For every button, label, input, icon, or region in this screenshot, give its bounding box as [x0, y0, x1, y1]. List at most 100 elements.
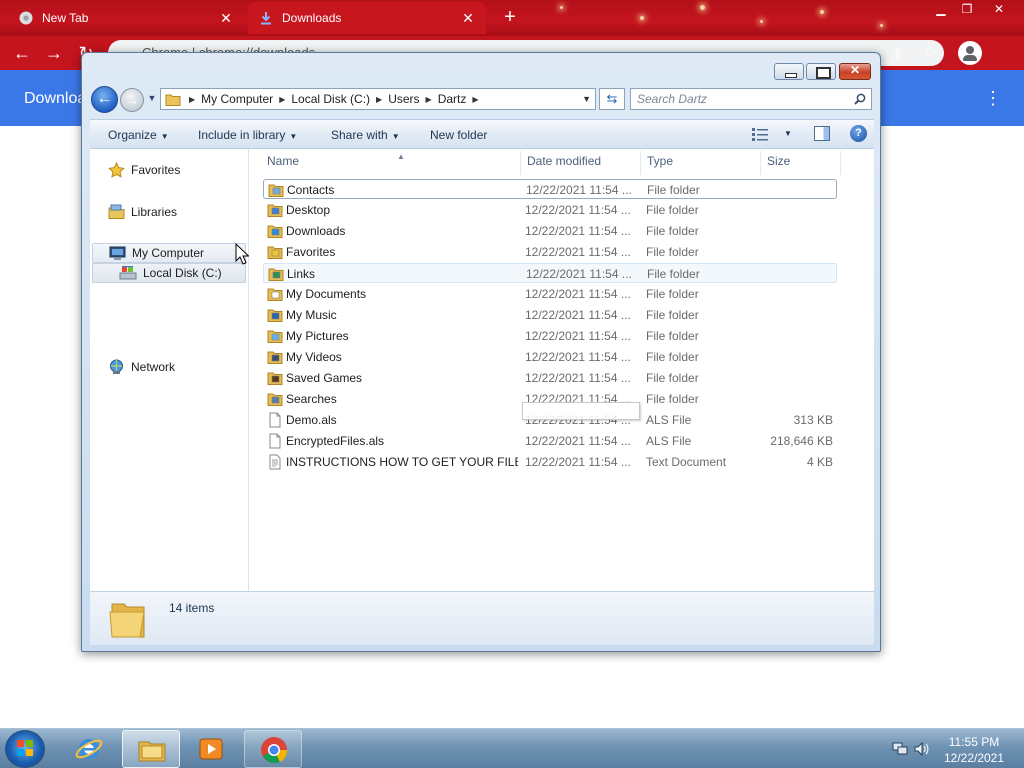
- breadcrumb-chevron-icon[interactable]: ▶: [472, 95, 478, 104]
- nav-item-network[interactable]: Network: [108, 357, 175, 377]
- table-row[interactable]: Desktop 12/22/2021 11:54 ... File folder: [263, 200, 837, 220]
- table-row[interactable]: Links 12/22/2021 11:54 ... File folder: [263, 263, 837, 283]
- breadcrumb-chevron-icon[interactable]: ▶: [279, 95, 285, 104]
- table-row[interactable]: Favorites 12/22/2021 11:54 ... File folder: [263, 242, 837, 262]
- preview-pane-icon[interactable]: [814, 126, 830, 141]
- new-folder-button[interactable]: New folder: [430, 128, 487, 142]
- share-with-button[interactable]: Share with ▼: [331, 128, 400, 142]
- bookmark-star-icon[interactable]: ☆: [918, 42, 942, 64]
- close-tab-icon[interactable]: ✕: [218, 10, 234, 27]
- network-tray-icon[interactable]: [892, 742, 908, 756]
- file-name: Desktop: [286, 203, 331, 217]
- new-tab-button[interactable]: +: [498, 6, 522, 30]
- libraries-icon: [108, 204, 125, 219]
- file-icon: [269, 412, 281, 428]
- address-bar[interactable]: ▶ My Computer ▶ Local Disk (C:) ▶ Users …: [160, 88, 596, 110]
- tab-new-tab[interactable]: New Tab ✕: [8, 2, 244, 34]
- table-row[interactable]: My Documents 12/22/2021 11:54 ... File fol…: [263, 284, 837, 304]
- clock-date[interactable]: 12/22/2021: [940, 751, 1008, 765]
- file-type: File folder: [646, 287, 699, 301]
- views-icon[interactable]: [752, 128, 768, 141]
- help-icon[interactable]: ?: [850, 125, 867, 142]
- nav-item-local-disk[interactable]: Local Disk (C:): [92, 263, 246, 283]
- nav-item-favorites[interactable]: Favorites: [108, 160, 180, 180]
- breadcrumb-item[interactable]: My Computer: [201, 92, 273, 106]
- taskbar-app-chrome[interactable]: [244, 730, 302, 768]
- nav-label: Libraries: [131, 205, 178, 219]
- file-name: Searches: [286, 392, 337, 406]
- back-arrow-icon[interactable]: ←: [91, 86, 118, 113]
- table-row[interactable]: My Pictures 12/22/2021 11:54 ... File fold…: [263, 326, 837, 346]
- file-date: 12/22/2021 11:54 ...: [525, 434, 631, 448]
- back-arrow-icon[interactable]: ←: [10, 42, 34, 64]
- column-header-size[interactable]: Size: [761, 151, 841, 175]
- close-tab-icon[interactable]: ✕: [460, 10, 476, 27]
- refresh-icon[interactable]: ⇆: [599, 88, 625, 110]
- recent-pages-chevron-icon[interactable]: ▼: [146, 93, 158, 105]
- nav-label: My Computer: [132, 246, 205, 260]
- breadcrumb-chevron-icon[interactable]: ▶: [376, 95, 382, 104]
- chevron-down-icon[interactable]: ▼: [784, 129, 792, 138]
- file-type: File folder: [647, 267, 700, 281]
- organize-button[interactable]: Organize ▼: [108, 128, 169, 142]
- sort-arrow-icon: ▲: [397, 152, 405, 161]
- tooltip: [522, 402, 640, 420]
- start-button[interactable]: [5, 730, 45, 768]
- search-input[interactable]: Search Dartz: [630, 88, 872, 110]
- file-name: Downloads: [286, 224, 346, 238]
- taskbar-app-windows-explorer[interactable]: [122, 730, 180, 768]
- include-in-library-button[interactable]: Include in library ▼: [198, 128, 297, 142]
- column-label: Size: [767, 154, 791, 168]
- profile-avatar[interactable]: [958, 41, 982, 65]
- breadcrumb-item[interactable]: Dartz: [438, 92, 467, 106]
- file-type: File folder: [646, 224, 699, 238]
- file-date: 12/22/2021 11:54 ...: [525, 245, 631, 259]
- table-row[interactable]: My Videos 12/22/2021 11:54 ... File folder: [263, 347, 837, 367]
- sparkle-decoration: [640, 16, 644, 20]
- file-date: 12/22/2021 11:54 ...: [525, 203, 631, 217]
- file-type: ALS File: [646, 434, 692, 448]
- search-icon[interactable]: [854, 93, 866, 105]
- clock-time[interactable]: 11:55 PM: [944, 735, 1004, 749]
- table-row[interactable]: My Music 12/22/2021 11:54 ... File folder: [263, 305, 837, 325]
- column-header-name[interactable]: Name ▲: [261, 151, 521, 175]
- file-size: 4 KB: [806, 455, 833, 469]
- sparkle-decoration: [560, 6, 563, 9]
- address-dropdown-icon[interactable]: ▼: [582, 94, 591, 104]
- table-row[interactable]: EncryptedFiles.als 12/22/2021 11:54 ... AL…: [263, 431, 837, 451]
- share-icon[interactable]: ⇪: [886, 42, 910, 64]
- minimize-button[interactable]: [774, 63, 804, 80]
- tab-downloads[interactable]: Downloads ✕: [248, 2, 486, 34]
- download-icon: [258, 10, 274, 26]
- column-header-type[interactable]: Type: [641, 151, 761, 175]
- file-type: File folder: [646, 329, 699, 343]
- nav-item-my-computer[interactable]: My Computer: [92, 243, 246, 263]
- breadcrumb-chevron-icon[interactable]: ▶: [189, 95, 195, 104]
- table-row[interactable]: Contacts 12/22/2021 11:54 ... File folder: [263, 179, 837, 199]
- forward-arrow-icon[interactable]: →: [120, 88, 144, 112]
- table-row[interactable]: Saved Games 12/22/2021 11:54 ... File fold…: [263, 368, 837, 388]
- saved-games-folder-icon: [267, 372, 283, 385]
- breadcrumb-chevron-icon[interactable]: ▶: [426, 95, 432, 104]
- breadcrumb-item[interactable]: Local Disk (C:): [291, 92, 370, 106]
- maximize-button[interactable]: [806, 63, 836, 80]
- taskbar-app-media-player[interactable]: [182, 730, 240, 768]
- tab-label: New Tab: [42, 11, 89, 25]
- breadcrumb-item[interactable]: Users: [388, 92, 419, 106]
- table-row[interactable]: INSTRUCTIONS HOW TO GET YOUR FILE... 12/2…: [263, 452, 837, 472]
- table-row[interactable]: Downloads 12/22/2021 11:54 ... File folder: [263, 221, 837, 241]
- documents-folder-icon: [267, 288, 283, 301]
- file-name: My Music: [286, 308, 337, 322]
- forward-arrow-icon[interactable]: →: [42, 42, 66, 64]
- nav-label: Network: [131, 360, 176, 374]
- computer-icon: [109, 246, 126, 260]
- close-button[interactable]: [839, 63, 871, 80]
- window-restore-icon[interactable]: ❐: [952, 0, 982, 20]
- more-menu-icon[interactable]: ⋮: [984, 88, 1002, 109]
- star-icon: [108, 162, 125, 178]
- nav-item-libraries[interactable]: Libraries: [108, 202, 177, 222]
- column-header-date[interactable]: Date modified: [521, 151, 641, 175]
- taskbar-app-internet-explorer[interactable]: [60, 730, 118, 768]
- volume-icon[interactable]: [914, 742, 930, 756]
- window-close-icon[interactable]: ✕: [984, 0, 1014, 20]
